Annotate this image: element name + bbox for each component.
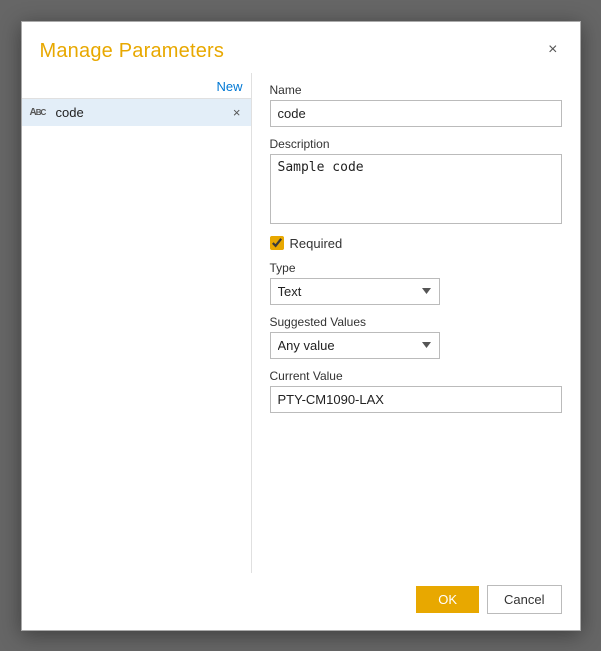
close-button[interactable]: × — [544, 40, 561, 60]
suggested-values-select[interactable]: Any value List of values — [270, 332, 440, 359]
dialog-body: New ABC code × Name Description Sample c… — [22, 73, 580, 573]
right-panel: Name Description Sample code Required Ty… — [252, 73, 580, 573]
dialog-title: Manage Parameters — [40, 40, 225, 63]
manage-parameters-dialog: Manage Parameters × New ABC code × Name — [21, 21, 581, 631]
param-name-label: code — [56, 105, 225, 120]
required-checkbox[interactable] — [270, 236, 284, 250]
current-value-field-group: Current Value — [270, 369, 562, 413]
type-field-group: Type Text Number Date Any — [270, 261, 562, 305]
ok-button[interactable]: OK — [416, 586, 479, 613]
suggested-values-field-group: Suggested Values Any value List of value… — [270, 315, 562, 359]
name-field-group: Name — [270, 83, 562, 127]
new-parameter-button[interactable]: New — [216, 79, 242, 94]
dialog-footer: OK Cancel — [22, 573, 580, 630]
abc-icon: ABC — [30, 107, 50, 118]
left-panel-toolbar: New — [22, 73, 251, 99]
parameter-list: ABC code × — [22, 99, 251, 573]
description-label: Description — [270, 137, 562, 151]
left-panel: New ABC code × — [22, 73, 252, 573]
required-label[interactable]: Required — [290, 236, 343, 251]
cancel-button[interactable]: Cancel — [487, 585, 561, 614]
name-input[interactable] — [270, 100, 562, 127]
type-select[interactable]: Text Number Date Any — [270, 278, 440, 305]
description-input[interactable]: Sample code — [270, 154, 562, 224]
list-item[interactable]: ABC code × — [22, 99, 251, 126]
required-row: Required — [270, 236, 562, 251]
name-label: Name — [270, 83, 562, 97]
type-label: Type — [270, 261, 562, 275]
current-value-input[interactable] — [270, 386, 562, 413]
suggested-values-label: Suggested Values — [270, 315, 562, 329]
current-value-label: Current Value — [270, 369, 562, 383]
description-field-group: Description Sample code — [270, 137, 562, 224]
delete-param-button[interactable]: × — [231, 106, 243, 119]
dialog-header: Manage Parameters × — [22, 22, 580, 73]
